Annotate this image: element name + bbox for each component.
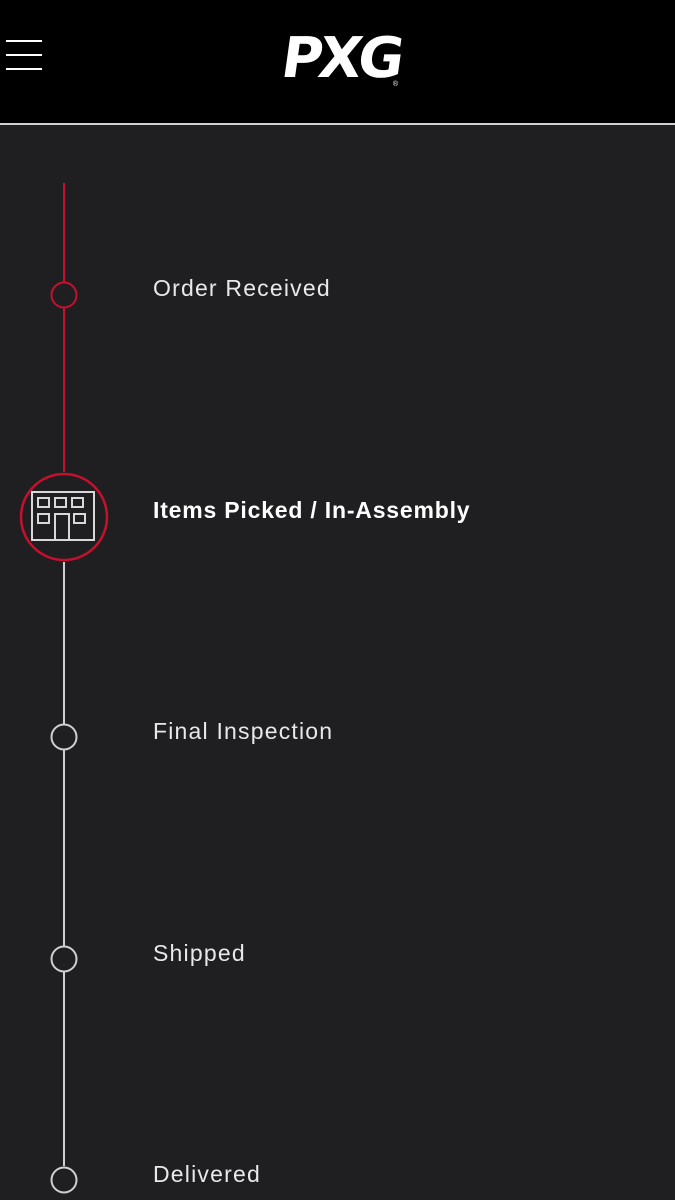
step-label-order-received: Order Received (153, 275, 331, 301)
hamburger-menu-icon[interactable] (6, 38, 44, 72)
step-node-delivered (50, 1166, 78, 1194)
step-node-items-picked (19, 472, 109, 562)
step-node-final-inspection (50, 723, 78, 751)
order-status-timeline: Order Received Items Picked / In-Assembl… (0, 125, 675, 1200)
timeline-graphic (19, 183, 109, 1194)
step-label-delivered: Delivered (153, 1161, 261, 1187)
step-node-shipped (50, 945, 78, 973)
warehouse-building-icon (31, 491, 95, 541)
pxg-logo[interactable]: PXG ® (274, 26, 408, 91)
registered-mark: ® (392, 81, 398, 88)
app-header: PXG ® (0, 0, 675, 125)
step-label-items-picked: Items Picked / In-Assembly (153, 497, 471, 523)
step-label-final-inspection: Final Inspection (153, 718, 334, 744)
logo-text: PXG (277, 26, 405, 91)
step-label-shipped: Shipped (153, 940, 246, 966)
step-node-order-received (50, 281, 78, 309)
